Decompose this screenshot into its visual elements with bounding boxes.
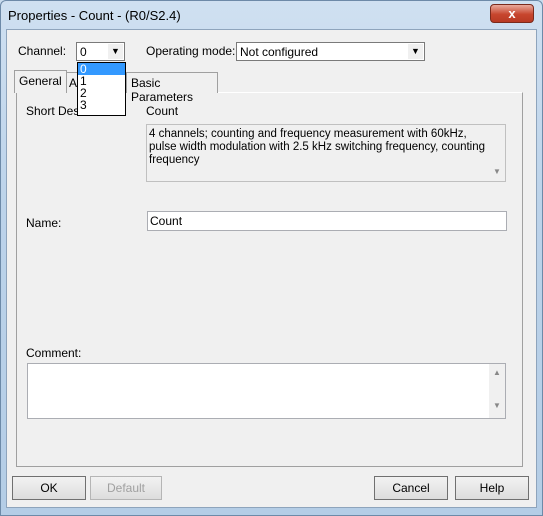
cancel-button[interactable]: Cancel — [374, 476, 448, 500]
chevron-down-icon[interactable]: ▼ — [408, 44, 423, 59]
help-button[interactable]: Help — [455, 476, 529, 500]
comment-label: Comment: — [26, 346, 82, 360]
channel-dropdown[interactable]: 0 ▼ — [76, 42, 125, 61]
operating-mode-label: Operating mode: — [146, 44, 236, 58]
channel-option[interactable]: 3 — [78, 99, 125, 111]
name-value: Count — [150, 214, 183, 228]
tab-general[interactable]: General — [14, 70, 67, 93]
description-box[interactable]: 4 channels; counting and frequency measu… — [146, 124, 506, 182]
description-text: 4 channels; counting and frequency measu… — [149, 128, 486, 166]
chevron-down-icon[interactable]: ▼ — [108, 44, 123, 59]
default-button[interactable]: Default — [90, 476, 162, 500]
ok-button[interactable]: OK — [12, 476, 86, 500]
channel-value: 0 — [80, 45, 87, 59]
window-title: Properties - Count - (R0/S2.4) — [8, 8, 181, 23]
channel-label: Channel: — [18, 44, 67, 58]
comment-input[interactable]: ▲ ▼ — [27, 363, 506, 419]
channel-options-list[interactable]: 0 1 2 3 — [77, 62, 126, 116]
name-label: Name: — [26, 216, 62, 230]
short-description-value: Count — [146, 104, 179, 118]
tab-basic-parameters[interactable]: Basic Parameters — [126, 72, 218, 104]
name-input[interactable]: Count — [147, 211, 507, 231]
operating-mode-dropdown[interactable]: Not configured ▼ — [236, 42, 425, 61]
scrollbar[interactable]: ▼ — [489, 125, 505, 181]
operating-mode-value: Not configured — [240, 45, 319, 59]
close-button[interactable]: x — [490, 4, 534, 23]
scrollbar[interactable]: ▲ ▼ — [489, 364, 505, 418]
